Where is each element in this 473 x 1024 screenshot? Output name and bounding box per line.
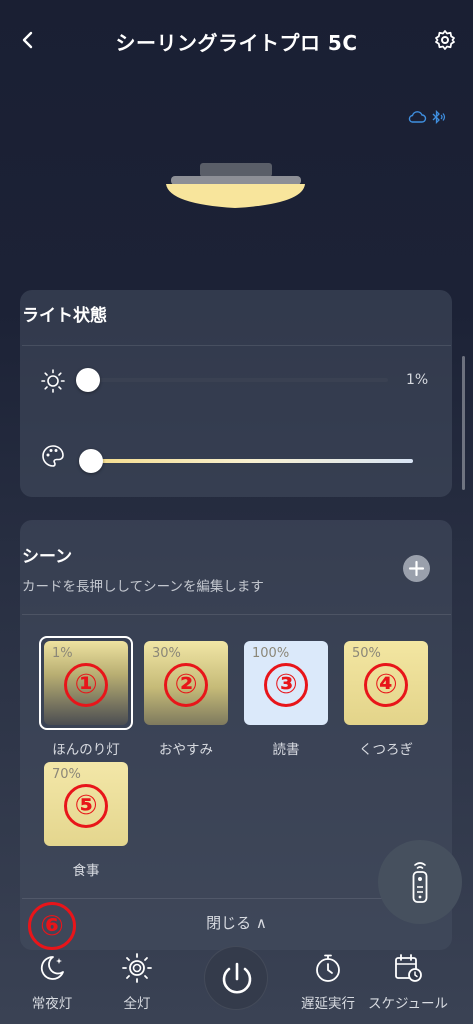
tab-label: 常夜灯: [31, 996, 73, 1012]
palette-icon: [42, 445, 64, 467]
bluetooth-icon: [432, 110, 446, 124]
annotation-marker: ②: [164, 663, 208, 707]
tab-label: スケジュール: [367, 996, 449, 1012]
night-light-button[interactable]: 常夜灯: [22, 952, 82, 1012]
moon-icon: [40, 956, 64, 980]
ceiling-light-image: [166, 163, 305, 208]
divider: [22, 614, 451, 615]
scene-tile-2[interactable]: 30% ②: [144, 641, 228, 725]
sun-icon: [41, 369, 65, 393]
color-temperature-slider-thumb[interactable]: [79, 449, 103, 473]
scene-tile-1[interactable]: 1% ①: [44, 641, 128, 725]
scene-tile-5[interactable]: 70% ⑤: [44, 762, 128, 846]
add-scene-button[interactable]: [403, 555, 430, 582]
cloud-icon: [408, 111, 427, 123]
page-title: シーリングライトプロ 5C: [115, 31, 358, 55]
timer-icon: [316, 954, 340, 982]
schedule-button[interactable]: スケジュール: [358, 952, 458, 1012]
brightness-slider-thumb[interactable]: [76, 368, 100, 392]
scene-label: 読書: [272, 742, 300, 758]
scene-label: ほんのり灯: [52, 742, 120, 758]
annotation-marker: ⑤: [64, 784, 108, 828]
calendar-clock-icon: [395, 954, 422, 982]
scene-tile-4[interactable]: 50% ④: [344, 641, 428, 725]
scene-tile-3[interactable]: 100% ③: [244, 641, 328, 725]
plus-icon: [408, 560, 425, 577]
scene-percent: 1%: [52, 646, 73, 661]
power-button[interactable]: [204, 946, 268, 1010]
full-light-button[interactable]: 全灯: [107, 952, 167, 1012]
remote-button[interactable]: [378, 840, 462, 924]
tab-label: 全灯: [123, 996, 151, 1012]
gear-icon: [435, 30, 455, 50]
annotation-marker: ③: [264, 663, 308, 707]
delay-button[interactable]: 遅延実行: [296, 952, 360, 1012]
scene-title: シーン: [22, 547, 73, 567]
sun-full-icon: [122, 953, 152, 983]
scene-label: くつろぎ: [359, 742, 413, 758]
scene-percent: 100%: [252, 646, 290, 661]
scene-label: おやすみ: [159, 742, 213, 758]
annotation-marker: ④: [364, 663, 408, 707]
scene-percent: 30%: [152, 646, 181, 661]
app-header: シーリングライトプロ 5C: [0, 0, 473, 80]
settings-button[interactable]: [431, 26, 459, 54]
scene-percent: 70%: [52, 767, 81, 782]
brightness-value: 1%: [406, 372, 429, 388]
divider: [22, 345, 451, 346]
color-temperature-slider-track[interactable]: [90, 459, 413, 463]
tab-label: 遅延実行: [301, 996, 355, 1012]
brightness-slider-track[interactable]: [86, 378, 388, 382]
scrollbar[interactable]: [462, 356, 465, 490]
light-status-title: ライト状態: [22, 306, 107, 326]
scene-label: 食事: [72, 863, 100, 879]
remote-icon: [412, 862, 428, 903]
power-icon: [222, 962, 252, 994]
scene-percent: 50%: [352, 646, 381, 661]
connectivity-indicators: [407, 110, 447, 124]
scene-subtitle: カードを長押ししてシーンを編集します: [22, 579, 264, 595]
annotation-marker: ①: [64, 663, 108, 707]
